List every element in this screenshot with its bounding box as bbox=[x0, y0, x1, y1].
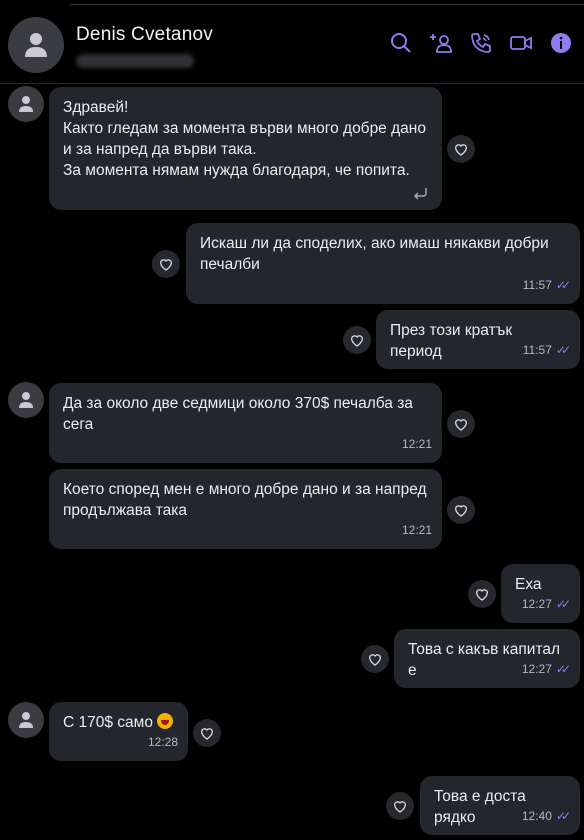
message-time: 11:57 bbox=[522, 278, 552, 292]
react-heart-button[interactable] bbox=[468, 580, 496, 608]
message-meta: 12:21 bbox=[402, 520, 432, 541]
message-outgoing[interactable]: Това е доста рядко 12:40 ✓✓ bbox=[420, 776, 580, 835]
contact-avatar[interactable] bbox=[8, 17, 64, 73]
grimacing-emoji-icon bbox=[156, 713, 173, 729]
react-heart-button[interactable] bbox=[447, 410, 475, 438]
message-incoming[interactable]: Което според мен е много добре дано и за… bbox=[49, 469, 442, 549]
message-incoming[interactable]: С 170$ само 12:28 bbox=[49, 702, 188, 761]
message-text: С 170$ само bbox=[63, 714, 153, 731]
message-time: 12:28 bbox=[147, 735, 178, 749]
react-heart-button[interactable] bbox=[152, 250, 180, 278]
message-incoming[interactable]: Здравей! Както гледам за момента върви м… bbox=[49, 87, 442, 210]
message-incoming[interactable]: Да за около две седмици около 370$ печал… bbox=[49, 383, 442, 463]
read-ticks-icon: ✓✓ bbox=[555, 809, 571, 823]
sender-avatar[interactable] bbox=[8, 86, 44, 122]
header-actions bbox=[388, 30, 574, 56]
message-meta: 11:57 ✓✓ bbox=[522, 275, 571, 296]
message-meta: 12:40 ✓✓ bbox=[521, 806, 571, 827]
message-time: 12:21 bbox=[401, 437, 432, 451]
reply-icon bbox=[413, 188, 427, 200]
video-call-icon[interactable] bbox=[508, 30, 534, 56]
message-outgoing[interactable]: Това с какъв капитал е 12:27 ✓✓ bbox=[394, 629, 580, 688]
message-outgoing[interactable]: През този кратък период 11:57 ✓✓ bbox=[376, 310, 580, 369]
heart-icon bbox=[454, 419, 468, 431]
message-meta: 12:28 bbox=[148, 732, 178, 753]
read-ticks-icon: ✓✓ bbox=[555, 597, 571, 611]
heart-icon bbox=[393, 801, 407, 813]
add-participant-icon[interactable] bbox=[428, 30, 454, 56]
info-icon[interactable] bbox=[548, 30, 574, 56]
message-text: Здравей! Както гледам за момента върви м… bbox=[63, 99, 426, 179]
message-text: Еха bbox=[515, 576, 542, 593]
message-time: 12:21 bbox=[401, 523, 432, 537]
header-divider bbox=[70, 4, 584, 5]
sender-avatar[interactable] bbox=[8, 382, 44, 418]
message-content: С 170$ само bbox=[63, 712, 174, 733]
message-time: 12:27 bbox=[521, 662, 552, 676]
message-meta: 12:27 ✓✓ bbox=[521, 659, 571, 680]
react-heart-button[interactable] bbox=[447, 496, 475, 524]
contact-name[interactable]: Denis Cvetanov bbox=[76, 24, 213, 46]
sender-avatar[interactable] bbox=[8, 702, 44, 738]
read-ticks-icon: ✓✓ bbox=[555, 343, 571, 357]
heart-icon bbox=[475, 589, 489, 601]
read-ticks-icon: ✓✓ bbox=[555, 662, 571, 676]
contact-status-blurred bbox=[76, 54, 194, 68]
read-ticks-icon: ✓✓ bbox=[555, 278, 571, 292]
message-time: 12:40 bbox=[521, 809, 552, 823]
message-meta: 11:57 ✓✓ bbox=[522, 340, 571, 361]
message-text: Искаш ли да споделих, ако имаш някакви д… bbox=[200, 235, 549, 273]
message-text: Да за около две седмици около 370$ печал… bbox=[63, 395, 413, 433]
phone-call-icon[interactable] bbox=[468, 30, 494, 56]
search-icon[interactable] bbox=[388, 30, 414, 56]
react-heart-button[interactable] bbox=[386, 792, 414, 820]
message-outgoing[interactable]: Еха 12:27 ✓✓ bbox=[501, 564, 580, 623]
message-time: 12:27 bbox=[521, 597, 552, 611]
message-meta: 12:27 ✓✓ bbox=[521, 594, 571, 615]
message-text: Което според мен е много добре дано и за… bbox=[63, 481, 427, 519]
heart-icon bbox=[350, 335, 364, 347]
react-heart-button[interactable] bbox=[447, 135, 475, 163]
heart-icon bbox=[159, 259, 173, 271]
chat-header: Denis Cvetanov bbox=[0, 0, 584, 84]
react-heart-button[interactable] bbox=[343, 326, 371, 354]
message-time: 11:57 bbox=[522, 343, 552, 357]
heart-icon bbox=[454, 144, 468, 156]
message-meta: 12:21 bbox=[402, 434, 432, 455]
react-heart-button[interactable] bbox=[193, 719, 221, 747]
message-outgoing[interactable]: Искаш ли да споделих, ако имаш някакви д… bbox=[186, 223, 580, 304]
heart-icon bbox=[454, 505, 468, 517]
react-heart-button[interactable] bbox=[361, 645, 389, 673]
heart-icon bbox=[368, 654, 382, 666]
heart-icon bbox=[200, 728, 214, 740]
